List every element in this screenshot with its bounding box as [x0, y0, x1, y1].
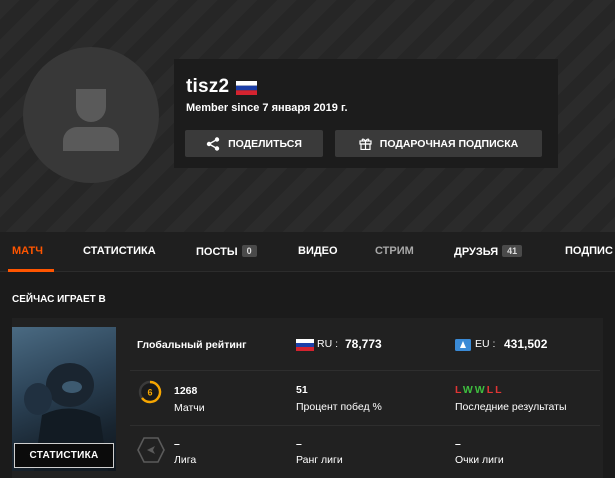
tab-videos-label: ВИДЕО: [298, 245, 338, 257]
level-value: 6: [147, 388, 152, 398]
active-tab-indicator: [8, 269, 54, 272]
user-silhouette-icon: [63, 89, 119, 151]
matches-label: Матчи: [174, 402, 205, 414]
share-icon: [206, 136, 220, 151]
eu-rating-value: 431,502: [504, 337, 548, 351]
level-badge-icon: 6: [138, 380, 162, 404]
eu-region-icon: [455, 339, 471, 351]
tab-subscriptions-label: ПОДПИС: [565, 245, 613, 257]
gift-subscription-button[interactable]: ПОДАРОЧНАЯ ПОДПИСКА: [335, 130, 542, 157]
tab-subscriptions[interactable]: ПОДПИС: [565, 245, 613, 257]
tab-friends-label: ДРУЗЬЯ: [454, 246, 499, 258]
game-logo-text: СТАТИСТИКА: [29, 450, 99, 461]
tab-posts[interactable]: ПОСТЫ 0: [196, 245, 257, 258]
russia-flag-icon: [236, 81, 257, 95]
tab-statistics[interactable]: СТАТИСТИКА: [83, 245, 156, 257]
tab-stream[interactable]: СТРИМ: [375, 245, 414, 257]
league-rank-value: –: [296, 438, 302, 450]
result-3: L: [486, 384, 496, 396]
gift-label: ПОДАРОЧНАЯ ПОДПИСКА: [379, 137, 519, 150]
share-label: ПОДЕЛИТЬСЯ: [228, 137, 302, 150]
winrate-label: Процент побед %: [296, 401, 382, 413]
ru-rating-label: RU :: [317, 338, 338, 350]
league-points-value: –: [455, 438, 461, 450]
game-cover-image[interactable]: СТАТИСТИКА: [12, 327, 116, 471]
global-rating-label: Глобальный рейтинг: [137, 339, 247, 351]
now-playing-title: СЕЙЧАС ИГРАЕТ В: [12, 294, 106, 305]
profile-tabs: МАТЧ СТАТИСТИКА ПОСТЫ 0 ВИДЕО СТРИМ ДРУЗЬ…: [0, 232, 615, 272]
share-button[interactable]: ПОДЕЛИТЬСЯ: [185, 130, 323, 157]
league-hexagon-icon: [137, 437, 165, 463]
recent-results-label: Последние результаты: [455, 401, 567, 413]
row-divider: [130, 425, 600, 426]
league-label: Лига: [174, 454, 197, 466]
league-rank-label: Ранг лиги: [296, 454, 343, 466]
tab-posts-label: ПОСТЫ: [196, 246, 238, 258]
recent-results: LWWLL: [455, 384, 504, 396]
tab-match[interactable]: МАТЧ: [12, 245, 43, 257]
tab-friends[interactable]: ДРУЗЬЯ 41: [454, 245, 523, 258]
winrate-value: 51: [296, 384, 308, 396]
row-divider: [130, 370, 600, 371]
profile-header: tisz2 Member since 7 января 2019 г. ПОДЕ…: [0, 0, 615, 232]
result-4: L: [495, 384, 504, 396]
profile-card: tisz2 Member since 7 января 2019 г. ПОДЕ…: [174, 59, 558, 168]
game-logo: СТАТИСТИКА: [14, 443, 114, 468]
posts-count-badge: 0: [241, 245, 257, 257]
result-1: W: [462, 384, 475, 396]
friends-count-badge: 41: [502, 245, 523, 257]
league-value: –: [174, 438, 180, 450]
tab-videos[interactable]: ВИДЕО: [298, 245, 338, 257]
tab-statistics-label: СТАТИСТИКА: [83, 245, 156, 257]
member-since: Member since 7 января 2019 г.: [186, 102, 348, 114]
ru-rating-value: 78,773: [345, 337, 382, 351]
gift-icon: [359, 138, 372, 150]
matches-value: 1268: [174, 385, 198, 397]
tab-stream-label: СТРИМ: [375, 245, 414, 257]
eu-rating-label: EU :: [475, 338, 496, 350]
tab-match-label: МАТЧ: [12, 245, 44, 257]
username: tisz2: [186, 76, 230, 97]
russia-flag-icon: [296, 339, 314, 351]
result-2: W: [474, 384, 487, 396]
result-0: L: [455, 384, 463, 396]
league-points-label: Очки лиги: [455, 454, 504, 466]
avatar: [23, 47, 159, 183]
